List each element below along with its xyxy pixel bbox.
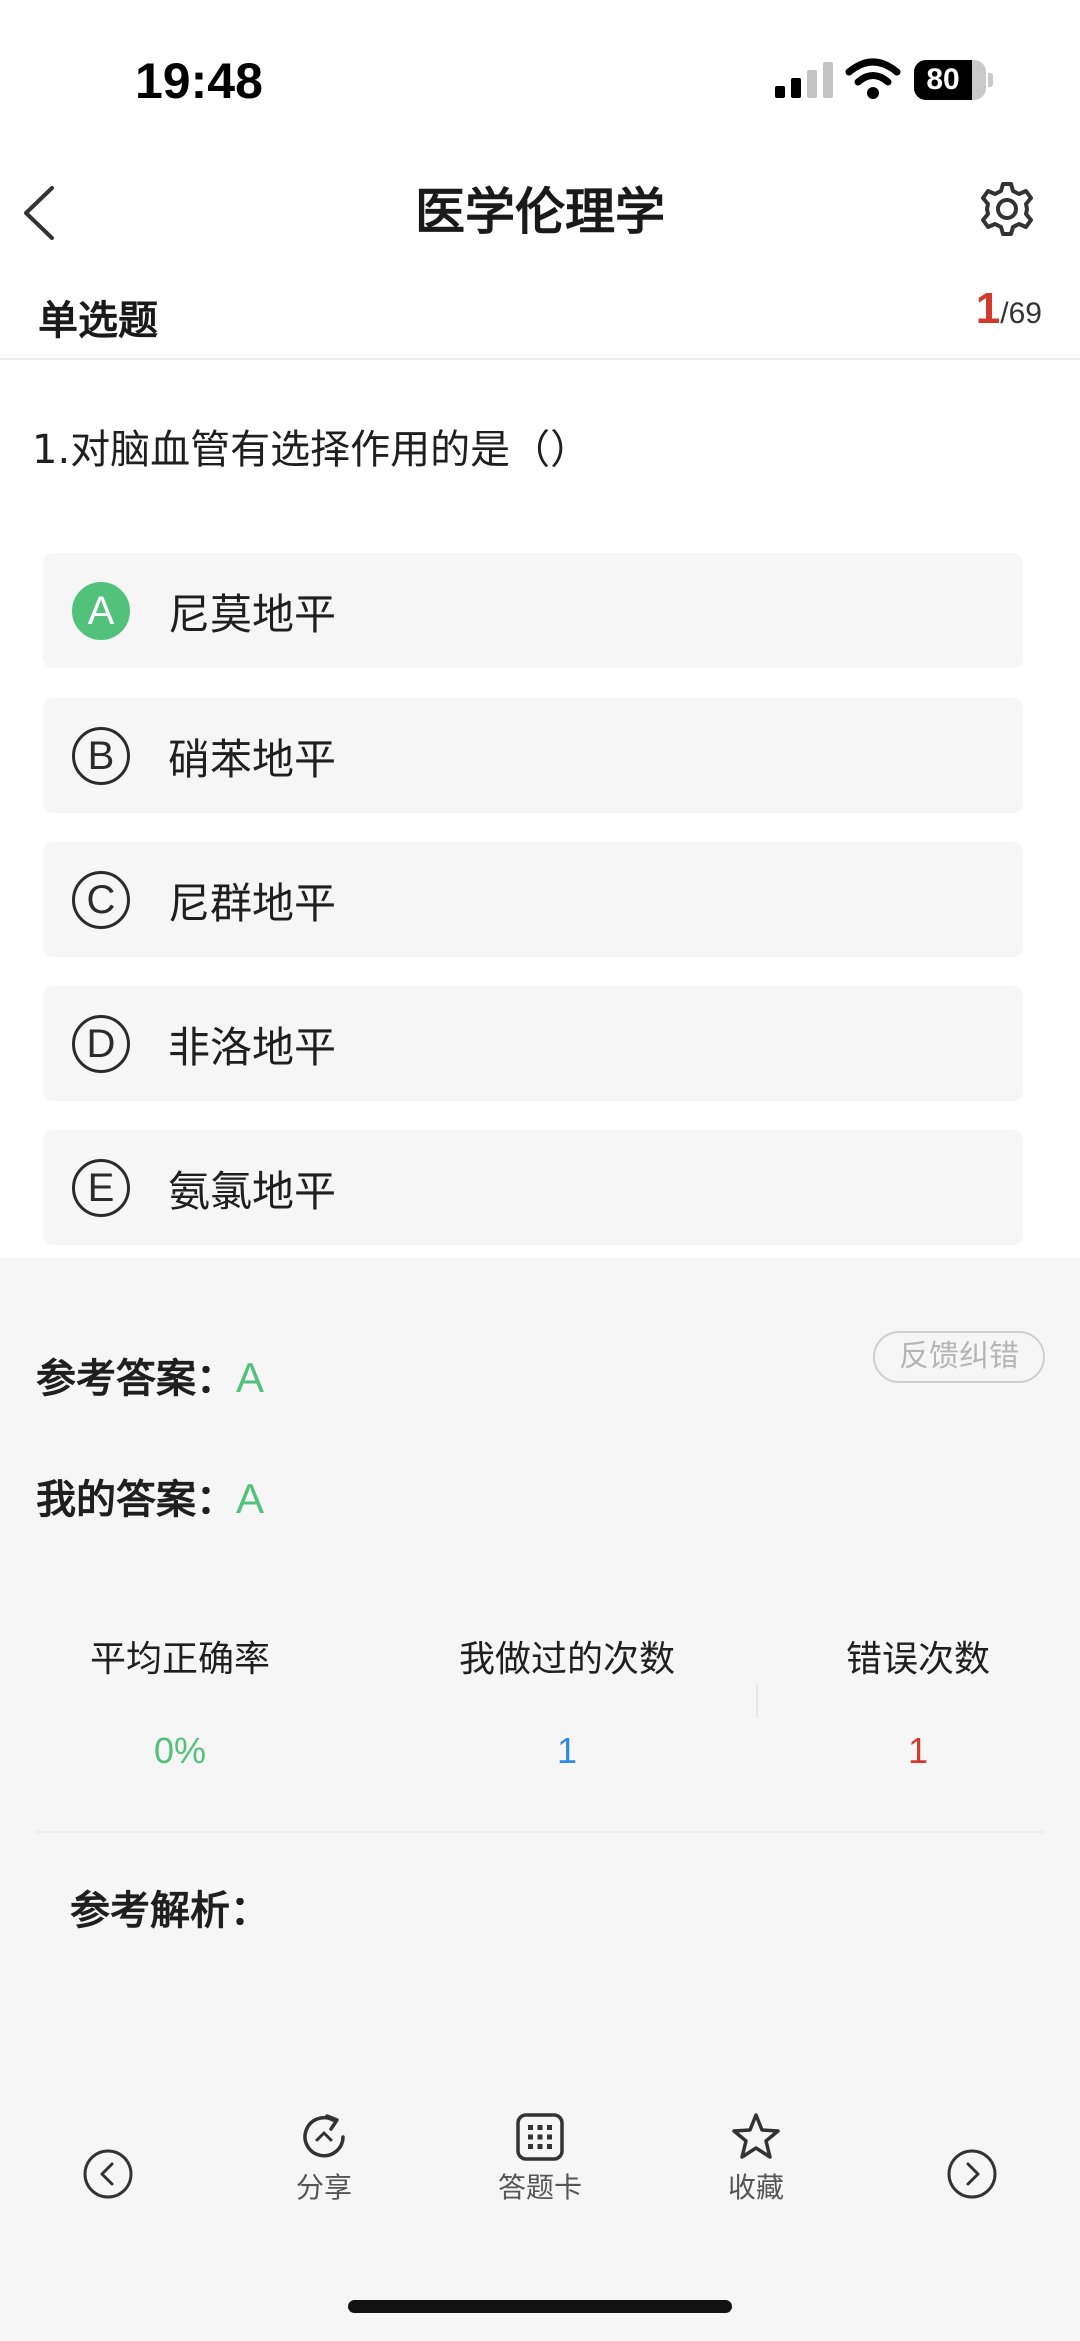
star-icon: [732, 2113, 780, 2159]
reference-answer-label: 参考答案：: [36, 1356, 236, 1402]
question-counter: 1/69: [976, 284, 1042, 334]
option-letter-badge: A: [72, 582, 130, 640]
my-answer-label: 我的答案：: [36, 1477, 236, 1523]
answer-card-button[interactable]: 答题卡: [470, 2110, 610, 2206]
share-button[interactable]: 分享: [254, 2110, 394, 2206]
stat-divider: [756, 1684, 758, 1718]
option-label: 尼莫地平: [168, 590, 337, 639]
option-letter-badge: C: [72, 871, 130, 929]
counter-total: 69: [1008, 297, 1042, 330]
chevron-left-circle-icon: [83, 2149, 133, 2199]
chevron-right-circle-icon: [947, 2149, 997, 2199]
counter-current: 1: [975, 284, 1001, 333]
option-label: 氨氯地平: [168, 1167, 337, 1216]
option-label: 非洛地平: [168, 1023, 337, 1072]
option-label: 硝苯地平: [168, 735, 337, 784]
option-e[interactable]: E 氨氯地平: [43, 1130, 1023, 1245]
my-answer-value: A: [236, 1475, 265, 1522]
battery-icon: 80: [914, 60, 993, 100]
question-type-row: 单选题 1/69: [0, 270, 1080, 360]
feedback-button[interactable]: 反馈纠错: [873, 1331, 1045, 1383]
stat-accuracy-label: 平均正确率: [89, 1639, 270, 1680]
stat-accuracy-value: 0%: [153, 1730, 207, 1771]
favorite-label: 收藏: [727, 2171, 784, 2204]
nav-bar: 医学伦理学: [0, 150, 1080, 270]
option-b[interactable]: B 硝苯地平: [43, 698, 1023, 813]
stats-divider: [36, 1831, 1044, 1833]
answer-card-label: 答题卡: [497, 2171, 582, 2204]
gear-icon[interactable]: [976, 178, 1038, 240]
option-label: 尼群地平: [168, 879, 337, 928]
option-c[interactable]: C 尼群地平: [43, 842, 1023, 957]
option-letter-badge: E: [72, 1159, 130, 1217]
favorite-button[interactable]: 收藏: [686, 2110, 826, 2206]
stat-errors-value: 1: [907, 1730, 929, 1771]
wifi-icon: [845, 58, 901, 99]
stat-attempts: 我做过的次数 1: [417, 1630, 717, 1772]
share-icon: [303, 2114, 345, 2158]
bottom-toolbar: 分享 答题卡 收藏: [0, 2110, 1080, 2230]
analysis-label: 参考解析：: [70, 1888, 270, 1934]
question-text: 1.对脑血管有选择作用的是（）: [32, 427, 591, 473]
next-question-button[interactable]: [902, 2148, 1042, 2200]
counter-separator: /: [1000, 297, 1009, 330]
quiz-screen: 19:48 80 医学伦理学 单选题 1/69 1.对脑血管有选择作用的是（） …: [0, 0, 1080, 2341]
page-title: 医学伦理学: [415, 183, 665, 241]
answer-card-grid-icon: [516, 2113, 564, 2161]
option-letter-badge: B: [72, 727, 130, 785]
my-answer-row: 我的答案：A: [36, 1467, 264, 1525]
option-a[interactable]: A 尼莫地平: [43, 553, 1023, 668]
share-label: 分享: [295, 2171, 352, 2204]
stat-errors-label: 错误次数: [845, 1639, 990, 1680]
status-bar: 19:48 80: [0, 0, 1080, 150]
reference-answer-row: 参考答案：A: [36, 1346, 264, 1404]
stat-attempts-value: 1: [556, 1730, 578, 1771]
status-time: 19:48: [135, 53, 263, 109]
stat-accuracy: 平均正确率 0%: [60, 1630, 300, 1772]
option-letter-badge: D: [72, 1015, 130, 1073]
previous-question-button[interactable]: [38, 2148, 178, 2200]
stat-errors: 错误次数 1: [818, 1630, 1018, 1772]
home-indicator[interactable]: [348, 2300, 732, 2313]
option-d[interactable]: D 非洛地平: [43, 986, 1023, 1101]
reference-answer-value: A: [236, 1354, 265, 1401]
question-type-label: 单选题: [38, 298, 158, 344]
battery-level: 80: [926, 63, 960, 96]
stat-attempts-label: 我做过的次数: [458, 1639, 675, 1680]
cellular-signal-icon: [775, 62, 833, 98]
